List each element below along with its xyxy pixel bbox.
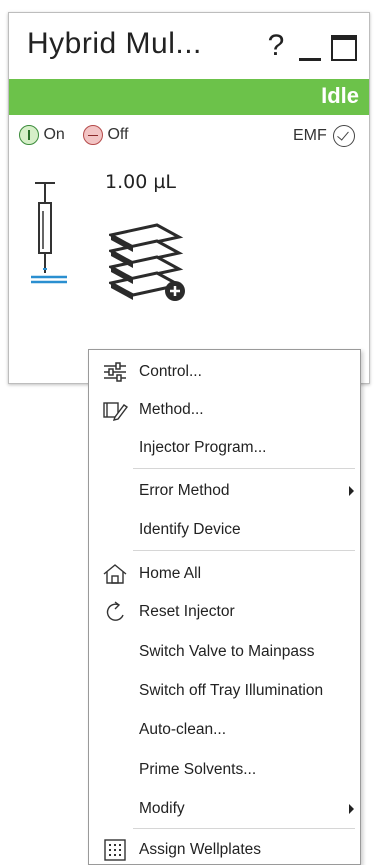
menu-item-switch-valve[interactable]: Switch Valve to Mainpass [89, 633, 360, 671]
menu-separator [133, 550, 355, 551]
module-card: Hybrid Mul... ? Idle On Off EMF 1.00 µL [8, 12, 370, 384]
menu-item-control[interactable]: Control... [89, 353, 360, 391]
emf-status[interactable]: EMF [293, 125, 356, 149]
submenu-arrow-icon [349, 486, 354, 496]
menu-item-method[interactable]: Method... [89, 391, 360, 429]
minimize-button[interactable] [299, 33, 321, 63]
menu-item-auto-clean[interactable]: Auto-clean... [89, 711, 360, 749]
menu-item-reset-injector[interactable]: Reset Injector [89, 593, 360, 631]
menu-item-label: Error Method [139, 482, 230, 499]
menu-item-label: Home All [139, 565, 202, 582]
wellplate-stack-icon [109, 223, 185, 301]
menu-item-identify-device[interactable]: Identify Device [89, 511, 360, 549]
menu-item-label: Auto-clean... [139, 721, 227, 738]
off-label: Off [107, 126, 129, 144]
menu-item-label: Prime Solvents... [139, 761, 257, 778]
menu-separator [133, 828, 355, 829]
menu-item-prime-solvents[interactable]: Prime Solvents... [89, 751, 360, 789]
emf-label: EMF [293, 127, 327, 145]
method-edit-icon [103, 402, 128, 421]
menu-item-label: Method... [139, 401, 204, 418]
menu-item-tray-illumination[interactable]: Switch off Tray Illumination [89, 672, 360, 710]
on-label: On [43, 126, 65, 144]
menu-item-label: Reset Injector [139, 603, 235, 620]
menu-separator [133, 468, 355, 469]
help-button[interactable]: ? [265, 29, 287, 63]
menu-item-label: Assign Wellplates [139, 841, 262, 858]
module-title: Hybrid Mul... [27, 27, 202, 60]
menu-item-label: Control... [139, 363, 202, 380]
menu-item-label: Switch Valve to Mainpass [139, 643, 315, 660]
menu-item-modify[interactable]: Modify [89, 790, 360, 828]
menu-item-assign-wellplates[interactable]: Assign Wellplates [89, 831, 360, 865]
menu-item-error-method[interactable]: Error Method [89, 472, 360, 510]
wellplate-grid-icon [104, 839, 126, 861]
power-off-icon [83, 125, 103, 145]
status-text: Idle [321, 83, 359, 108]
status-bar: Idle [9, 79, 369, 115]
sliders-icon [104, 362, 126, 382]
injection-volume: 1.00 µL [105, 171, 177, 193]
maximize-button[interactable] [331, 35, 357, 61]
menu-item-label: Injector Program... [139, 439, 267, 456]
menu-item-home-all[interactable]: Home All [89, 555, 360, 593]
off-control[interactable]: Off [83, 125, 129, 149]
power-on-icon [19, 125, 39, 145]
submenu-arrow-icon [349, 804, 354, 814]
reset-icon [106, 601, 124, 621]
syringe-icon [31, 182, 67, 284]
menu-item-injector-program[interactable]: Injector Program... [89, 429, 360, 467]
on-control[interactable]: On [19, 125, 65, 149]
card-header: Hybrid Mul... ? [9, 13, 369, 79]
menu-item-label: Modify [139, 800, 185, 817]
check-circle-icon [333, 125, 356, 147]
menu-item-label: Identify Device [139, 521, 241, 538]
menu-item-label: Switch off Tray Illumination [139, 682, 324, 699]
home-icon [103, 564, 127, 584]
context-menu: Control... Method... Injector Program...… [88, 349, 361, 865]
